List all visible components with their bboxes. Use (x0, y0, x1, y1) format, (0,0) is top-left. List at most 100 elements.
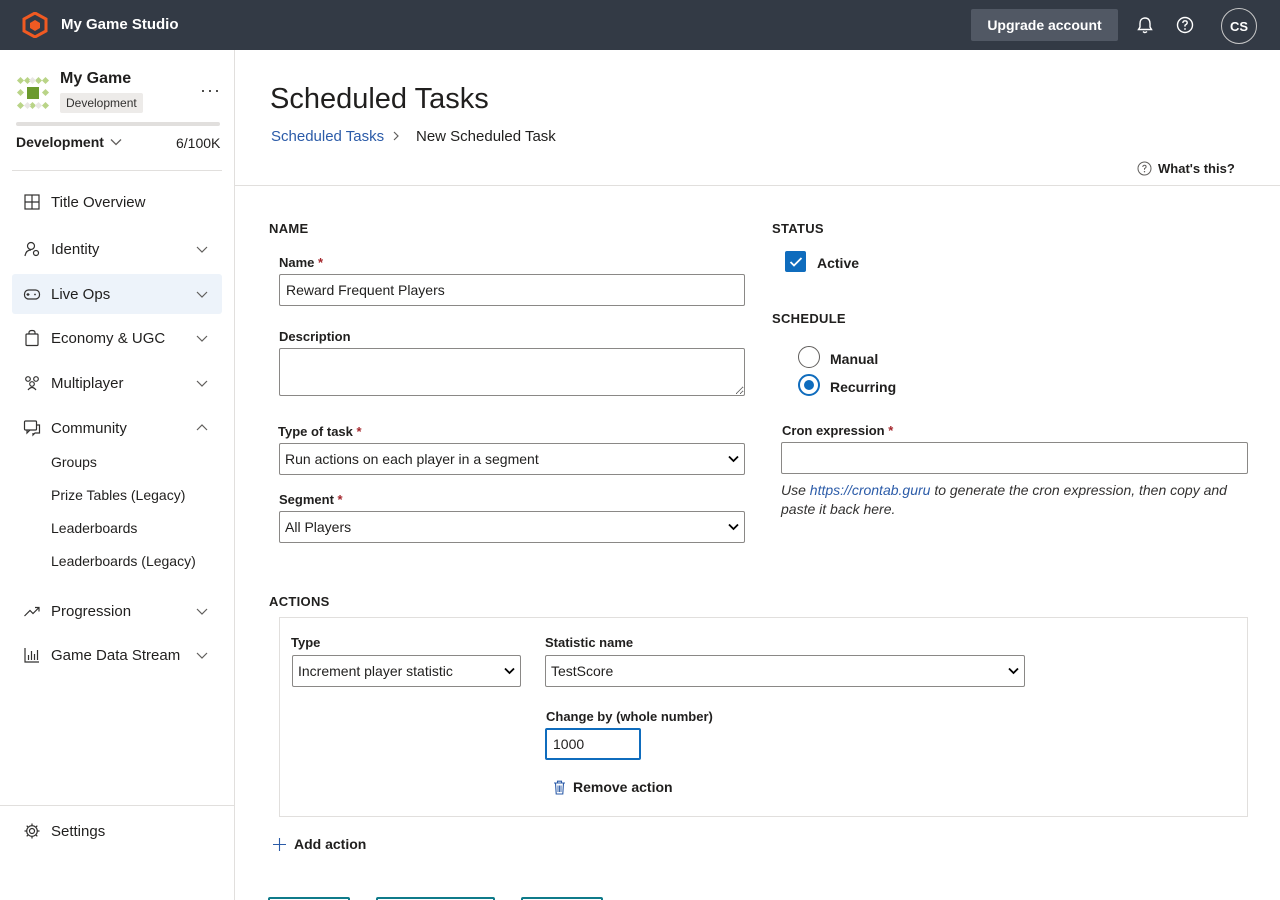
action-type-value: Increment player statistic (298, 663, 453, 679)
environment-badge: Development (60, 93, 143, 113)
active-label: Active (817, 255, 860, 271)
segment-value: All Players (285, 519, 352, 535)
cron-expression-input[interactable] (781, 442, 1248, 474)
grid-icon (24, 194, 40, 210)
segment-label-text: Segment (279, 492, 334, 507)
crontab-guru-link[interactable]: https://crontab.guru (810, 482, 931, 498)
add-action-button[interactable]: Add action (272, 836, 366, 852)
remove-action-label: Remove action (573, 779, 673, 795)
segment-select[interactable]: All Players (279, 511, 745, 543)
gamepad-icon (23, 289, 41, 300)
breadcrumb-link[interactable]: Scheduled Tasks (271, 128, 384, 145)
trend-icon (24, 606, 40, 617)
sidebar-item-community[interactable]: Community (12, 408, 222, 448)
sidebar-divider (0, 805, 234, 806)
chat-icon (23, 420, 41, 437)
whats-this-link[interactable]: What's this? (1137, 161, 1235, 176)
sidebar-item-live-ops[interactable]: Live Ops (12, 274, 222, 314)
add-action-label: Add action (294, 836, 367, 852)
plus-icon (273, 837, 286, 851)
sidebar-item-label: Multiplayer (51, 374, 124, 392)
logo-icon[interactable] (22, 12, 48, 38)
remove-action-button[interactable]: Remove action (553, 779, 673, 795)
studio-name[interactable]: My Game Studio (61, 16, 179, 33)
shopping-bag-icon (25, 329, 39, 347)
chevron-down-icon (196, 335, 208, 342)
name-label: Name * (279, 255, 323, 270)
sidebar-subitem-prize-tables[interactable]: Prize Tables (Legacy) (51, 487, 185, 503)
sidebar-subitem-leaderboards-legacy[interactable]: Leaderboards (Legacy) (51, 553, 196, 569)
gear-icon (24, 823, 40, 839)
chevron-down-icon (728, 523, 739, 531)
sidebar-subitem-groups[interactable]: Groups (51, 454, 97, 470)
action-card (279, 617, 1248, 817)
sidebar-item-economy[interactable]: Economy & UGC (12, 318, 222, 358)
required-mark: * (888, 423, 894, 438)
sidebar-divider (12, 170, 222, 171)
action-type-select[interactable]: Increment player statistic (292, 655, 521, 687)
bar-chart-icon (24, 648, 39, 663)
cron-expression-label: Cron expression * (782, 423, 893, 438)
chevron-down-icon (728, 455, 739, 463)
checkmark-icon (789, 256, 802, 267)
chevron-down-icon (504, 667, 515, 675)
cron-expression-label-text: Cron expression (782, 423, 885, 438)
help-icon[interactable] (1175, 15, 1195, 35)
chevron-right-icon (393, 131, 399, 141)
cron-helper-text: Use https://crontab.guru to generate the… (781, 481, 1241, 519)
avatar[interactable]: CS (1221, 8, 1257, 44)
identity-icon (24, 241, 40, 257)
chevron-up-icon (196, 424, 208, 431)
game-name[interactable]: My Game (60, 70, 131, 88)
sidebar-item-game-data-stream[interactable]: Game Data Stream (12, 635, 222, 675)
sidebar-subitem-leaderboards[interactable]: Leaderboards (51, 520, 137, 536)
segment-label: Segment * (279, 492, 343, 507)
recurring-radio[interactable] (798, 374, 820, 396)
change-by-input[interactable]: 1000 (545, 728, 641, 760)
name-label-text: Name (279, 255, 315, 270)
sidebar-item-progression[interactable]: Progression (12, 591, 222, 631)
chevron-down-icon (196, 246, 208, 253)
name-section-heading: NAME (269, 221, 309, 236)
radio-selected-dot (804, 380, 814, 390)
chevron-down-icon (196, 652, 208, 659)
sidebar-item-title-overview[interactable]: Title Overview (12, 182, 222, 222)
sidebar-item-label: Community (51, 419, 127, 437)
chevron-down-icon (196, 608, 208, 615)
required-mark: * (356, 424, 362, 439)
statistic-name-label: Statistic name (545, 635, 634, 650)
breadcrumb-current: New Scheduled Task (416, 128, 556, 145)
sidebar-item-label: Game Data Stream (51, 646, 181, 664)
environment-select[interactable]: Development (16, 134, 122, 150)
whats-this-label: What's this? (1158, 161, 1235, 176)
sidebar-item-label: Progression (51, 602, 132, 620)
required-mark: * (318, 255, 324, 270)
trash-icon (554, 780, 565, 795)
sidebar-item-label: Settings (51, 822, 106, 840)
header-divider (235, 185, 1280, 186)
type-of-task-value: Run actions on each player in a segment (285, 451, 539, 467)
actions-section-heading: ACTIONS (269, 594, 330, 609)
sidebar-item-settings[interactable]: Settings (12, 811, 222, 851)
sidebar-item-label: Identity (51, 240, 100, 258)
sidebar-item-multiplayer[interactable]: Multiplayer (12, 363, 222, 403)
recurring-label: Recurring (830, 379, 897, 395)
sidebar-item-identity[interactable]: Identity (12, 229, 222, 269)
statistic-name-select[interactable]: TestScore (545, 655, 1025, 687)
environment-select-label: Development (16, 134, 104, 150)
active-checkbox[interactable] (785, 251, 806, 272)
bell-icon[interactable] (1135, 15, 1155, 35)
more-options-icon[interactable]: ··· (200, 80, 221, 101)
schedule-section-heading: SCHEDULE (772, 311, 846, 326)
manual-radio[interactable] (798, 346, 820, 368)
required-mark: * (337, 492, 343, 507)
name-input[interactable] (279, 274, 745, 306)
people-icon (25, 376, 39, 391)
change-by-label: Change by (whole number) (546, 709, 713, 724)
upgrade-account-button[interactable]: Upgrade account (971, 9, 1118, 41)
action-type-label: Type (291, 635, 321, 650)
page-title: Scheduled Tasks (270, 83, 489, 115)
type-of-task-select[interactable]: Run actions on each player in a segment (279, 443, 745, 475)
description-textarea[interactable] (279, 348, 745, 396)
cron-helper-prefix: Use (781, 482, 810, 498)
